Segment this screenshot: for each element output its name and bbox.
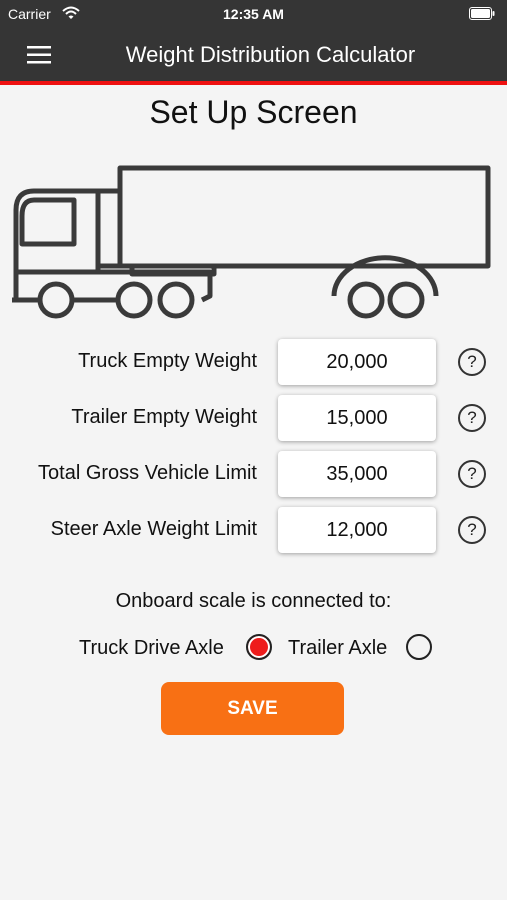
clock: 12:35 AM: [223, 6, 284, 22]
battery-icon: [469, 7, 495, 20]
field-row-truck-empty-weight: Truck Empty Weight ?: [0, 337, 507, 387]
radio-label-trailer-axle: Trailer Axle: [288, 637, 388, 659]
radio-label-truck-drive-axle: Truck Drive Axle: [79, 637, 224, 659]
field-row-total-gross-vehicle-limit: Total Gross Vehicle Limit ?: [0, 449, 507, 499]
status-bar: Carrier 12:35 AM: [0, 0, 507, 30]
field-label: Trailer Empty Weight: [71, 406, 257, 428]
app-title: Weight Distribution Calculator: [125, 42, 416, 67]
truck-drive-axle-radio[interactable]: [246, 634, 272, 660]
field-label: Truck Empty Weight: [78, 350, 257, 372]
field-row-trailer-empty-weight: Trailer Empty Weight ?: [0, 393, 507, 443]
trailer-axle-radio[interactable]: [406, 634, 432, 660]
truck-illustration: [12, 165, 491, 319]
help-icon[interactable]: ?: [458, 460, 486, 488]
trailer-empty-weight-input[interactable]: [278, 395, 436, 441]
page-title: Set Up Screen: [149, 94, 358, 130]
app-header: Weight Distribution Calculator: [0, 30, 507, 81]
save-button[interactable]: SAVE: [161, 682, 344, 735]
gross-vehicle-limit-input[interactable]: [278, 451, 436, 497]
help-icon[interactable]: ?: [458, 348, 486, 376]
help-icon[interactable]: ?: [458, 516, 486, 544]
scale-prompt: Onboard scale is connected to:: [115, 590, 392, 612]
field-label: Steer Axle Weight Limit: [50, 518, 257, 540]
truck-empty-weight-input[interactable]: [278, 339, 436, 385]
header-accent-line: [0, 81, 507, 85]
help-icon[interactable]: ?: [458, 404, 486, 432]
steer-axle-limit-input[interactable]: [278, 507, 436, 553]
field-label: Total Gross Vehicle Limit: [38, 462, 257, 484]
field-row-steer-axle-weight-limit: Steer Axle Weight Limit ?: [0, 505, 507, 555]
app-title-wrap: Weight Distribution Calculator: [0, 42, 507, 68]
